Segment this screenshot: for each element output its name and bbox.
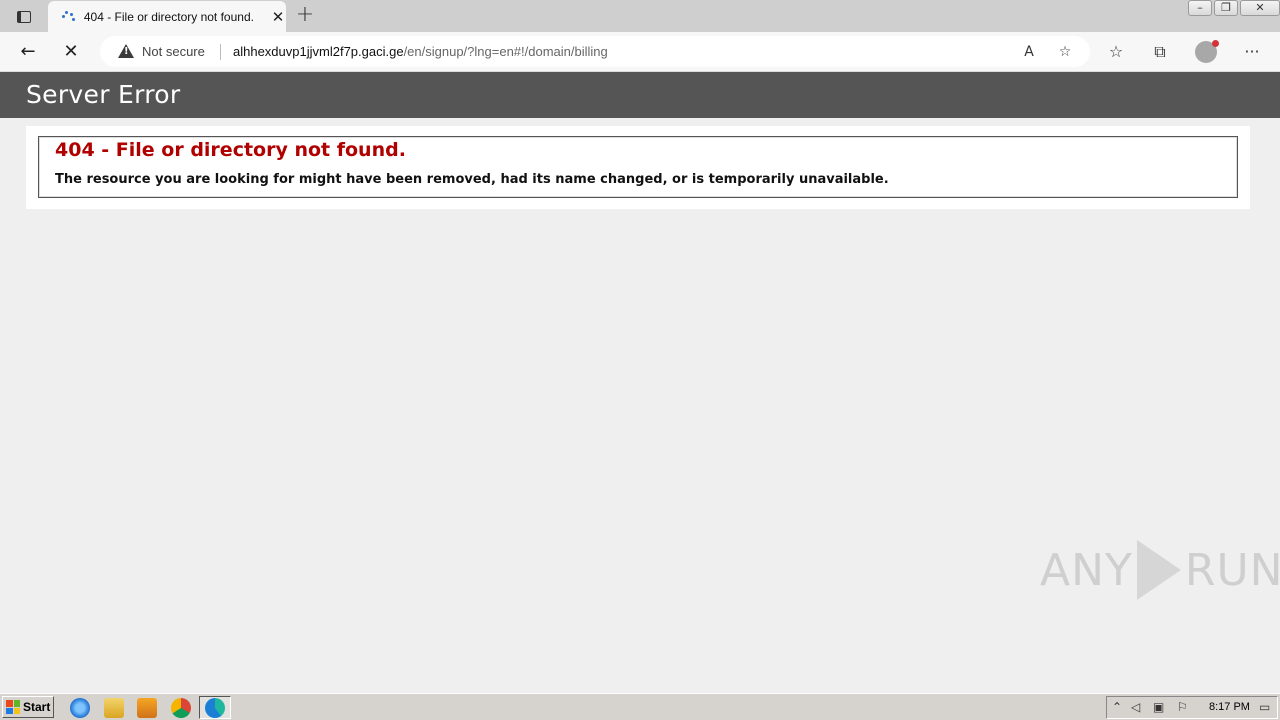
collections-icon[interactable]: ⧉ bbox=[1147, 39, 1173, 65]
start-label: Start bbox=[23, 700, 51, 714]
taskbar: Start ⌃ ◁ ▣ ⚐ 8:17 PM ▭ bbox=[0, 693, 1280, 720]
back-button[interactable]: ← bbox=[14, 38, 42, 66]
edge-taskbar-button[interactable] bbox=[199, 696, 231, 719]
anyrun-watermark-logo: ANY RUN bbox=[1040, 540, 1280, 600]
error-title: 404 - File or directory not found. bbox=[55, 139, 406, 161]
security-status[interactable]: Not secure bbox=[142, 44, 205, 59]
internet-explorer-icon[interactable] bbox=[70, 698, 90, 718]
watermark-right: RUN bbox=[1184, 544, 1280, 596]
add-favorite-icon[interactable]: ☆ bbox=[1056, 43, 1074, 61]
action-center-flag-icon[interactable]: ⚐ bbox=[1177, 700, 1188, 714]
watermark-left: ANY bbox=[1040, 544, 1133, 596]
close-window-button[interactable]: ✕ bbox=[1240, 0, 1280, 16]
settings-menu-button[interactable]: ··· bbox=[1239, 39, 1265, 65]
file-explorer-icon[interactable] bbox=[104, 698, 124, 718]
profile-avatar[interactable] bbox=[1195, 40, 1219, 63]
error-message: The resource you are looking for might h… bbox=[55, 172, 889, 187]
active-tab[interactable]: 404 - File or directory not found. ✕ bbox=[48, 1, 286, 32]
chrome-icon[interactable] bbox=[171, 698, 191, 718]
taskbar-clock[interactable]: 8:17 PM bbox=[1209, 701, 1250, 713]
system-tray: ⌃ ◁ ▣ ⚐ 8:17 PM ▭ bbox=[1106, 696, 1278, 719]
url-path: /en/signup/?lng=en#!/domain/billing bbox=[403, 44, 608, 59]
minimize-button[interactable]: – bbox=[1188, 0, 1212, 16]
favorites-icon[interactable]: ☆ bbox=[1103, 39, 1129, 65]
windows-logo-icon bbox=[6, 700, 20, 714]
start-button[interactable]: Start bbox=[2, 696, 54, 718]
window-controls: – ❐ ✕ bbox=[1186, 0, 1280, 18]
media-player-icon[interactable] bbox=[137, 698, 157, 718]
page-header: Server Error bbox=[0, 72, 1280, 118]
tab-title: 404 - File or directory not found. bbox=[83, 9, 254, 24]
tab-close-button[interactable]: ✕ bbox=[270, 9, 286, 25]
network-icon[interactable]: ▣ bbox=[1153, 700, 1164, 714]
warning-icon[interactable] bbox=[118, 44, 134, 58]
show-desktop-icon[interactable]: ▭ bbox=[1259, 700, 1270, 714]
browser-tab-strip: 404 - File or directory not found. ✕ + –… bbox=[0, 0, 1280, 32]
tab-actions-icon[interactable] bbox=[8, 6, 40, 28]
address-bar[interactable]: Not secure alhhexduvp1jjvml2f7p.gaci.ge/… bbox=[100, 36, 1090, 67]
loading-spinner-icon bbox=[62, 10, 76, 24]
read-aloud-icon[interactable]: A bbox=[1020, 43, 1038, 61]
error-box: 404 - File or directory not found. The r… bbox=[38, 136, 1238, 198]
navigation-bar: ← ✕ Not secure alhhexduvp1jjvml2f7p.gaci… bbox=[0, 32, 1280, 72]
address-divider bbox=[220, 44, 221, 60]
restore-button[interactable]: ❐ bbox=[1214, 0, 1238, 16]
url-text[interactable]: alhhexduvp1jjvml2f7p.gaci.ge/en/signup/?… bbox=[233, 44, 608, 59]
content-panel: 404 - File or directory not found. The r… bbox=[26, 126, 1250, 209]
new-tab-button[interactable]: + bbox=[294, 4, 316, 26]
url-host: alhhexduvp1jjvml2f7p.gaci.ge bbox=[233, 44, 404, 59]
stop-loading-button[interactable]: ✕ bbox=[57, 38, 85, 66]
edge-icon bbox=[205, 698, 225, 718]
show-hidden-icons[interactable]: ⌃ bbox=[1112, 700, 1122, 714]
play-icon bbox=[1136, 540, 1181, 600]
volume-icon[interactable]: ◁ bbox=[1131, 700, 1140, 714]
page-title: Server Error bbox=[26, 80, 181, 109]
